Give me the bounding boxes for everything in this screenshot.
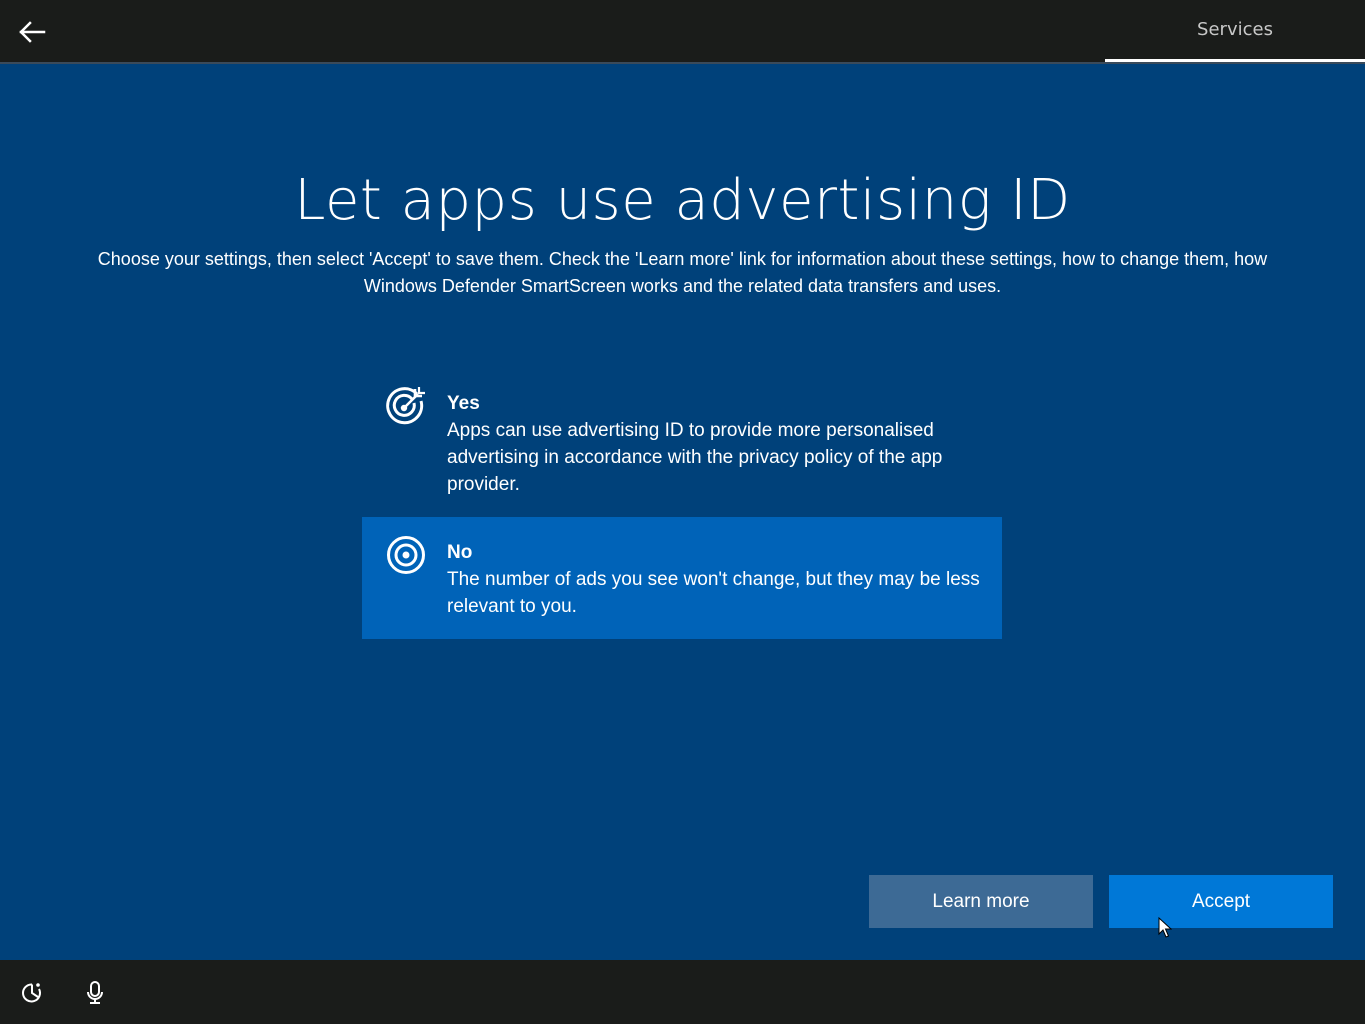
ease-of-access-icon xyxy=(22,983,41,1003)
top-bar: Services xyxy=(0,0,1365,64)
target-arrow-icon xyxy=(386,387,425,425)
bottom-bar xyxy=(0,960,1365,1024)
page-subtitle: Choose your settings, then select 'Accep… xyxy=(97,249,1268,296)
target-icon xyxy=(387,536,425,574)
option-title: No xyxy=(447,542,473,563)
section-tab-services: Services xyxy=(1105,0,1365,62)
ease-of-access-button[interactable] xyxy=(17,978,47,1008)
back-button[interactable] xyxy=(12,14,52,50)
option-description: The number of ads you see won't change, … xyxy=(447,569,980,617)
mouse-cursor-icon xyxy=(1158,917,1172,938)
section-label: Services xyxy=(1197,19,1273,40)
option-title: Yes xyxy=(447,393,480,414)
option-yes[interactable]: Yes Apps can use advertising ID to provi… xyxy=(362,380,1002,508)
page-title: Let apps use advertising ID xyxy=(294,168,1071,233)
option-no[interactable]: No The number of ads you see won't chang… xyxy=(362,517,1002,639)
learn-more-button[interactable]: Learn more xyxy=(869,875,1093,928)
option-description: Apps can use advertising ID to provide m… xyxy=(447,420,943,495)
accept-button[interactable]: Accept xyxy=(1109,875,1333,928)
microphone-icon xyxy=(87,981,103,1004)
microphone-button[interactable] xyxy=(80,978,110,1008)
back-arrow-icon xyxy=(19,21,46,43)
